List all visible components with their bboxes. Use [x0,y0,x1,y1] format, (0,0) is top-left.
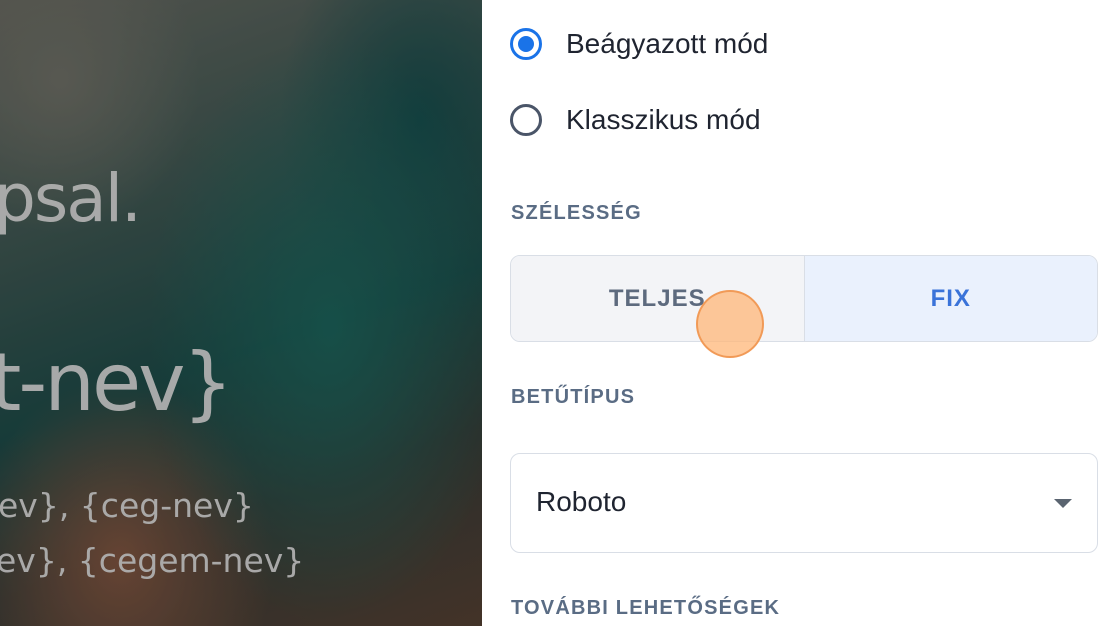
preview-panel: psal. t-nev} ev}, {ceg-nev} ev}, {cegem-… [0,0,482,626]
preview-heading-fragment: psal. [0,160,142,237]
settings-panel: Beágyazott mód Klasszikus mód SZÉLESSÉG … [482,0,1120,626]
width-segmented-control: TELJES FIX [510,255,1098,342]
radio-checked-icon[interactable] [510,28,542,60]
preview-line-2: ev}, {cegem-nev} [0,541,305,580]
width-section-label: SZÉLESSÉG [511,202,642,224]
radio-unchecked-icon[interactable] [510,104,542,136]
preview-line-1: ev}, {ceg-nev} [0,486,254,525]
chevron-down-icon [1054,499,1072,508]
more-options-section-label: TOVÁBBI LEHETŐSÉGEK [511,597,781,619]
font-select-value: Roboto [536,486,627,517]
font-section-label: BETŰTÍPUS [511,386,636,408]
radio-classic-mode[interactable]: Klasszikus mód [510,104,761,136]
pointer-indicator [696,290,764,358]
radio-label-classic: Klasszikus mód [566,104,761,135]
font-select[interactable]: Roboto [510,453,1098,553]
radio-label-embedded: Beágyazott mód [566,28,769,59]
preview-title-fragment: t-nev} [0,336,233,429]
radio-embedded-mode[interactable]: Beágyazott mód [510,28,768,60]
width-fixed-button[interactable]: FIX [804,256,1097,341]
